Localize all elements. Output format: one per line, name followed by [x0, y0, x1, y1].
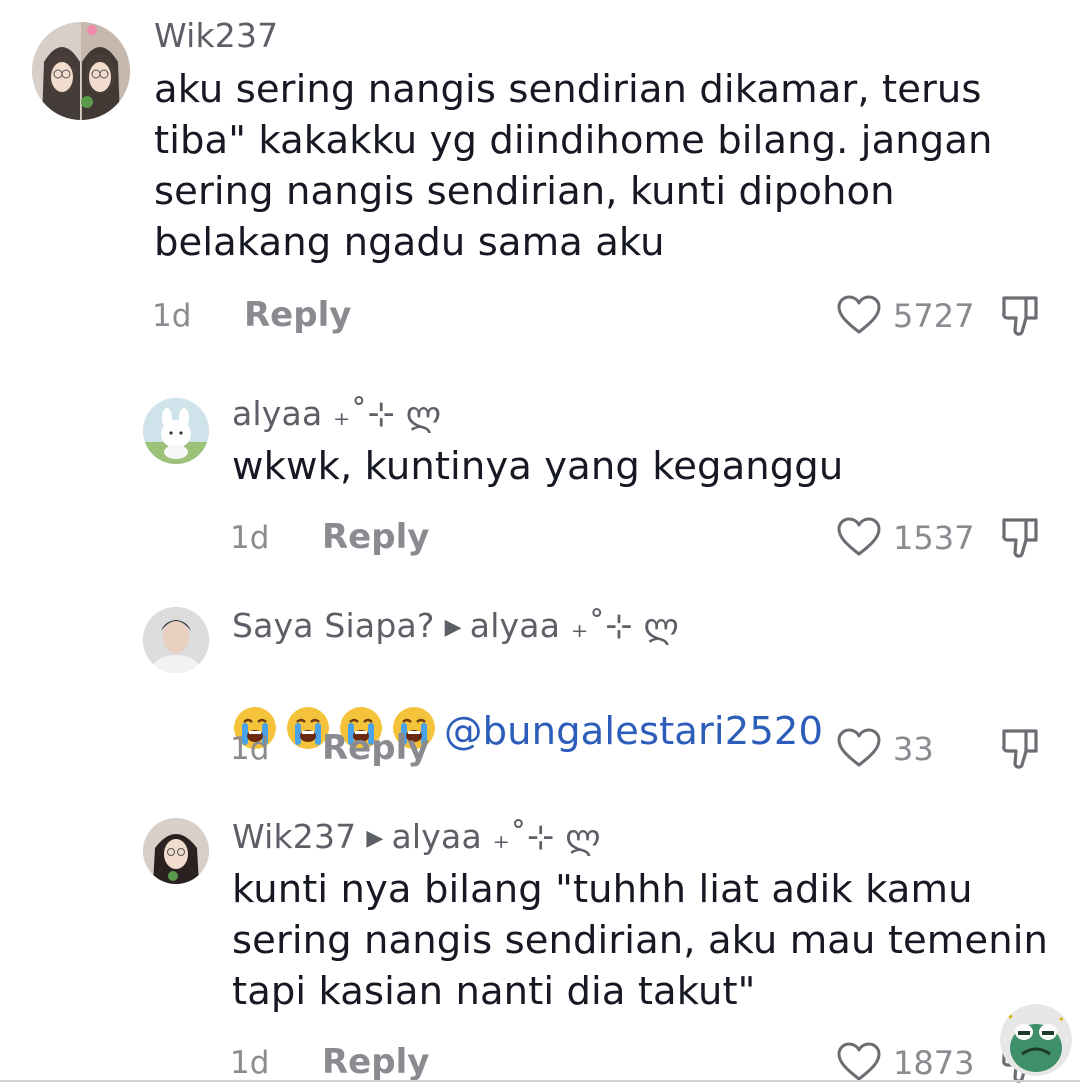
triangle-right-icon: ▶: [444, 615, 462, 640]
avatar-image: [32, 22, 130, 120]
like-count: 5727: [893, 297, 975, 335]
reply-button[interactable]: Reply: [322, 517, 429, 557]
comment-time: 1d: [230, 731, 270, 767]
username-text: Wik237: [232, 817, 357, 856]
reply-button[interactable]: Reply: [322, 728, 429, 768]
comment-username[interactable]: Wik237 ▶ alyaa ₊˚⊹ ლ: [232, 817, 601, 856]
like-count: 1873: [893, 1044, 975, 1082]
heart-outline-icon[interactable]: [836, 727, 882, 769]
reply-button[interactable]: Reply: [322, 1042, 429, 1082]
triangle-right-icon: ▶: [366, 826, 384, 851]
reply-button[interactable]: Reply: [244, 295, 351, 335]
reply-to-username[interactable]: alyaa ₊˚⊹ ლ: [470, 606, 679, 645]
thumbs-down-icon[interactable]: [1000, 294, 1042, 338]
avatar[interactable]: [32, 22, 130, 120]
comment-text: @bungalestari2520: [232, 654, 823, 757]
comment-text: wkwk, kuntinya yang keganggu: [232, 444, 844, 489]
comment-username[interactable]: alyaa ₊˚⊹ ლ: [232, 394, 441, 433]
comment-username[interactable]: Wik237: [154, 16, 278, 55]
avatar-image: [143, 398, 209, 464]
comment-time: 1d: [152, 298, 192, 334]
comment-item: Wik237 aku sering nangis sendirian dikam…: [0, 0, 1080, 360]
username-text: Saya Siapa?: [232, 606, 435, 645]
comment-username[interactable]: Saya Siapa? ▶ alyaa ₊˚⊹ ლ: [232, 606, 679, 645]
avatar[interactable]: [143, 607, 209, 673]
avatar[interactable]: [143, 398, 209, 464]
frog-sticker-icon: ✦ ✦: [1000, 1004, 1072, 1076]
like-count: 33: [893, 730, 934, 768]
avatar-image: [143, 818, 209, 884]
mention-link[interactable]: @bungalestari2520: [444, 709, 823, 754]
heart-outline-icon[interactable]: [836, 516, 882, 558]
avatar[interactable]: [143, 818, 209, 884]
thumbs-down-icon[interactable]: [1000, 727, 1042, 771]
avatar-image: [143, 607, 209, 673]
svg-text:✦: ✦: [1058, 1015, 1065, 1024]
reply-to-username[interactable]: alyaa ₊˚⊹ ლ: [392, 817, 601, 856]
comment-text: aku sering nangis sendirian dikamar, ter…: [154, 67, 993, 265]
bottom-divider: [0, 1080, 1080, 1082]
thumbs-down-icon[interactable]: [1000, 516, 1042, 560]
heart-outline-icon[interactable]: [836, 294, 882, 336]
comment-time: 1d: [230, 1045, 270, 1081]
comment-time: 1d: [230, 520, 270, 556]
heart-outline-icon[interactable]: [836, 1041, 882, 1083]
like-count: 1537: [893, 519, 975, 557]
sticker-avatar-button[interactable]: ✦ ✦: [1000, 1004, 1072, 1076]
comment-text: kunti nya bilang "tuhhh liat adik kamu s…: [232, 867, 1048, 1014]
